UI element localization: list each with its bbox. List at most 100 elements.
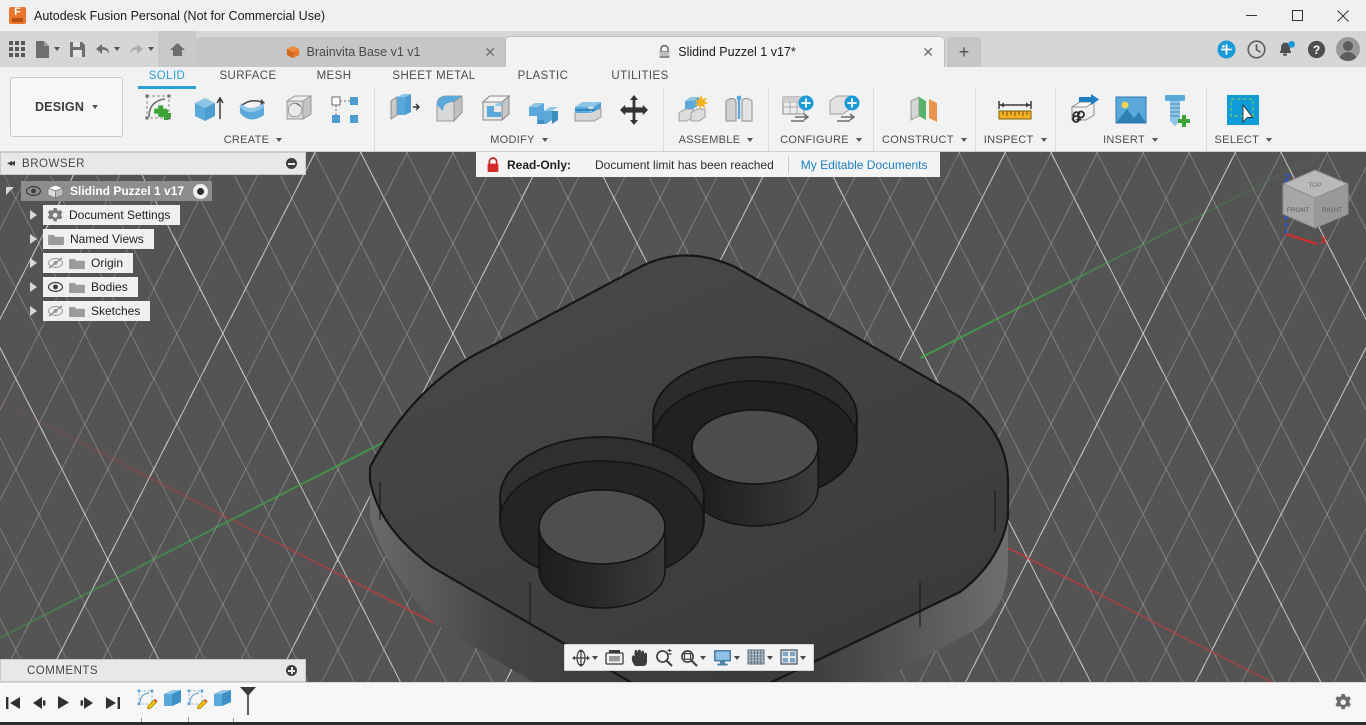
panel-label-inspect[interactable]: INSPECT xyxy=(984,131,1047,149)
extension-manager-icon[interactable] xyxy=(1212,34,1240,64)
fillet-icon[interactable] xyxy=(429,89,471,131)
tab-close-icon[interactable]: ✕ xyxy=(922,45,934,59)
eye-icon[interactable] xyxy=(48,281,63,293)
root-node[interactable]: Slidind Puzzel 1 v17 xyxy=(21,181,213,201)
mcmaster-part-icon[interactable] xyxy=(1156,89,1198,131)
new-tab-button[interactable]: + xyxy=(947,37,981,67)
timeline-settings-button[interactable] xyxy=(1331,686,1356,720)
create-sketch-icon[interactable] xyxy=(140,89,182,131)
panel-label-configure[interactable]: CONFIGURE xyxy=(780,131,862,149)
tree-row-root[interactable]: Slidind Puzzel 1 v17 xyxy=(0,181,306,201)
viewport-canvas[interactable]: ◂◂ BROWSER Slidind Puzzel 1 v17 Document… xyxy=(0,152,1366,682)
ribbon-tab-utilities[interactable]: UTILITIES xyxy=(592,67,688,86)
tree-node[interactable]: Origin xyxy=(43,253,134,273)
job-status-icon[interactable] xyxy=(1242,34,1270,64)
add-comment-icon[interactable] xyxy=(286,665,297,676)
ribbon-tab-surface[interactable]: SURFACE xyxy=(202,67,294,86)
timeline-play-button[interactable] xyxy=(50,686,75,720)
configuration-table-icon[interactable] xyxy=(777,89,819,131)
ribbon-tab-mesh[interactable]: MESH xyxy=(294,67,374,86)
panel-label-create[interactable]: CREATE xyxy=(224,131,283,149)
expand-arrow-icon[interactable] xyxy=(28,306,38,316)
pattern-icon[interactable] xyxy=(324,89,366,131)
ribbon-tab-sheet-metal[interactable]: SHEET METAL xyxy=(374,67,494,86)
viewports-button[interactable] xyxy=(777,645,809,670)
tree-row-bodies[interactable]: Bodies xyxy=(0,277,306,297)
canvas-image-icon[interactable] xyxy=(1110,89,1152,131)
revolve-icon[interactable] xyxy=(232,89,274,131)
eye-hidden-icon[interactable] xyxy=(48,305,63,317)
timeline-end-marker[interactable] xyxy=(239,686,257,719)
extrude-icon[interactable] xyxy=(186,89,228,131)
collapse-icon[interactable]: ◂◂ xyxy=(7,158,15,169)
tree-node[interactable]: Sketches xyxy=(43,301,151,321)
tab-close-icon[interactable]: ✕ xyxy=(484,45,496,59)
zoom-button[interactable] xyxy=(652,645,676,670)
avatar[interactable] xyxy=(1336,37,1360,61)
tree-node[interactable]: Named Views xyxy=(43,229,154,249)
pan-button[interactable] xyxy=(628,645,651,670)
expand-arrow-icon[interactable] xyxy=(28,258,38,268)
timeline-extrude-feature[interactable] xyxy=(210,686,235,712)
expand-arrow-icon[interactable] xyxy=(6,186,16,196)
new-design-button[interactable] xyxy=(30,31,64,67)
measure-icon[interactable] xyxy=(994,89,1036,131)
select-window-icon[interactable] xyxy=(1222,89,1264,131)
tree-row-named-views[interactable]: Named Views xyxy=(0,229,306,249)
panel-label-modify[interactable]: MODIFY xyxy=(490,131,548,149)
ribbon-tab-plastic[interactable]: PLASTIC xyxy=(494,67,592,86)
move-copy-icon[interactable] xyxy=(613,89,655,131)
grid-snaps-button[interactable] xyxy=(744,645,776,670)
eye-hidden-icon[interactable] xyxy=(48,257,63,269)
panel-label-assemble[interactable]: ASSEMBLE xyxy=(679,131,754,149)
expand-arrow-icon[interactable] xyxy=(28,210,38,220)
browser-header[interactable]: ◂◂ BROWSER xyxy=(0,152,306,175)
tree-row-origin[interactable]: Origin xyxy=(0,253,306,273)
press-pull-icon[interactable] xyxy=(383,89,425,131)
model-body[interactable] xyxy=(340,232,1040,682)
offset-face-icon[interactable] xyxy=(567,89,609,131)
ribbon-tab-solid[interactable]: SOLID xyxy=(132,67,202,89)
new-component-icon[interactable] xyxy=(672,89,714,131)
look-at-button[interactable] xyxy=(602,645,627,670)
offset-plane-icon[interactable] xyxy=(903,89,945,131)
combine-icon[interactable] xyxy=(521,89,563,131)
timeline-step-forward-button[interactable] xyxy=(75,686,100,720)
comments-panel[interactable]: COMMENTS xyxy=(0,659,306,682)
fit-button[interactable] xyxy=(677,645,709,670)
timeline-step-back-button[interactable] xyxy=(25,686,50,720)
insert-derive-icon[interactable] xyxy=(1064,89,1106,131)
orbit-button[interactable] xyxy=(569,645,601,670)
tree-row-document-settings[interactable]: Document Settings xyxy=(0,205,306,225)
expand-arrow-icon[interactable] xyxy=(28,234,38,244)
workspace-selector[interactable]: DESIGN xyxy=(10,77,123,137)
activate-component-icon[interactable] xyxy=(193,183,209,199)
timeline-go-end-button[interactable] xyxy=(100,686,125,720)
joint-icon[interactable] xyxy=(718,89,760,131)
configure-feature-icon[interactable] xyxy=(823,89,865,131)
my-editable-documents-link[interactable]: My Editable Documents xyxy=(789,158,940,172)
redo-button[interactable] xyxy=(124,31,158,67)
minimize-browser-icon[interactable] xyxy=(286,158,297,169)
minimize-button[interactable] xyxy=(1228,0,1274,31)
panel-label-construct[interactable]: CONSTRUCT xyxy=(882,131,967,149)
home-button[interactable] xyxy=(158,31,196,67)
notifications-icon[interactable] xyxy=(1272,34,1300,64)
tree-node[interactable]: Bodies xyxy=(43,277,138,297)
view-cube[interactable]: Z X TOP FRONT RIGHT xyxy=(1273,160,1359,247)
panel-label-insert[interactable]: INSERT xyxy=(1103,131,1159,149)
expand-arrow-icon[interactable] xyxy=(28,282,38,292)
timeline-go-start-button[interactable] xyxy=(0,686,25,720)
panel-label-select[interactable]: SELECT xyxy=(1215,131,1273,149)
data-panel-button[interactable] xyxy=(4,31,30,67)
document-tab-slidind-puzzel[interactable]: Slidind Puzzel 1 v17* ✕ xyxy=(506,37,944,67)
tree-row-sketches[interactable]: Sketches xyxy=(0,301,306,321)
timeline-sketch-feature[interactable] xyxy=(185,686,210,712)
save-button[interactable] xyxy=(64,31,90,67)
maximize-button[interactable] xyxy=(1274,0,1320,31)
undo-button[interactable] xyxy=(90,31,124,67)
hole-icon[interactable] xyxy=(278,89,320,131)
help-icon[interactable]: ? xyxy=(1302,34,1330,64)
close-button[interactable] xyxy=(1320,0,1366,31)
shell-icon[interactable] xyxy=(475,89,517,131)
